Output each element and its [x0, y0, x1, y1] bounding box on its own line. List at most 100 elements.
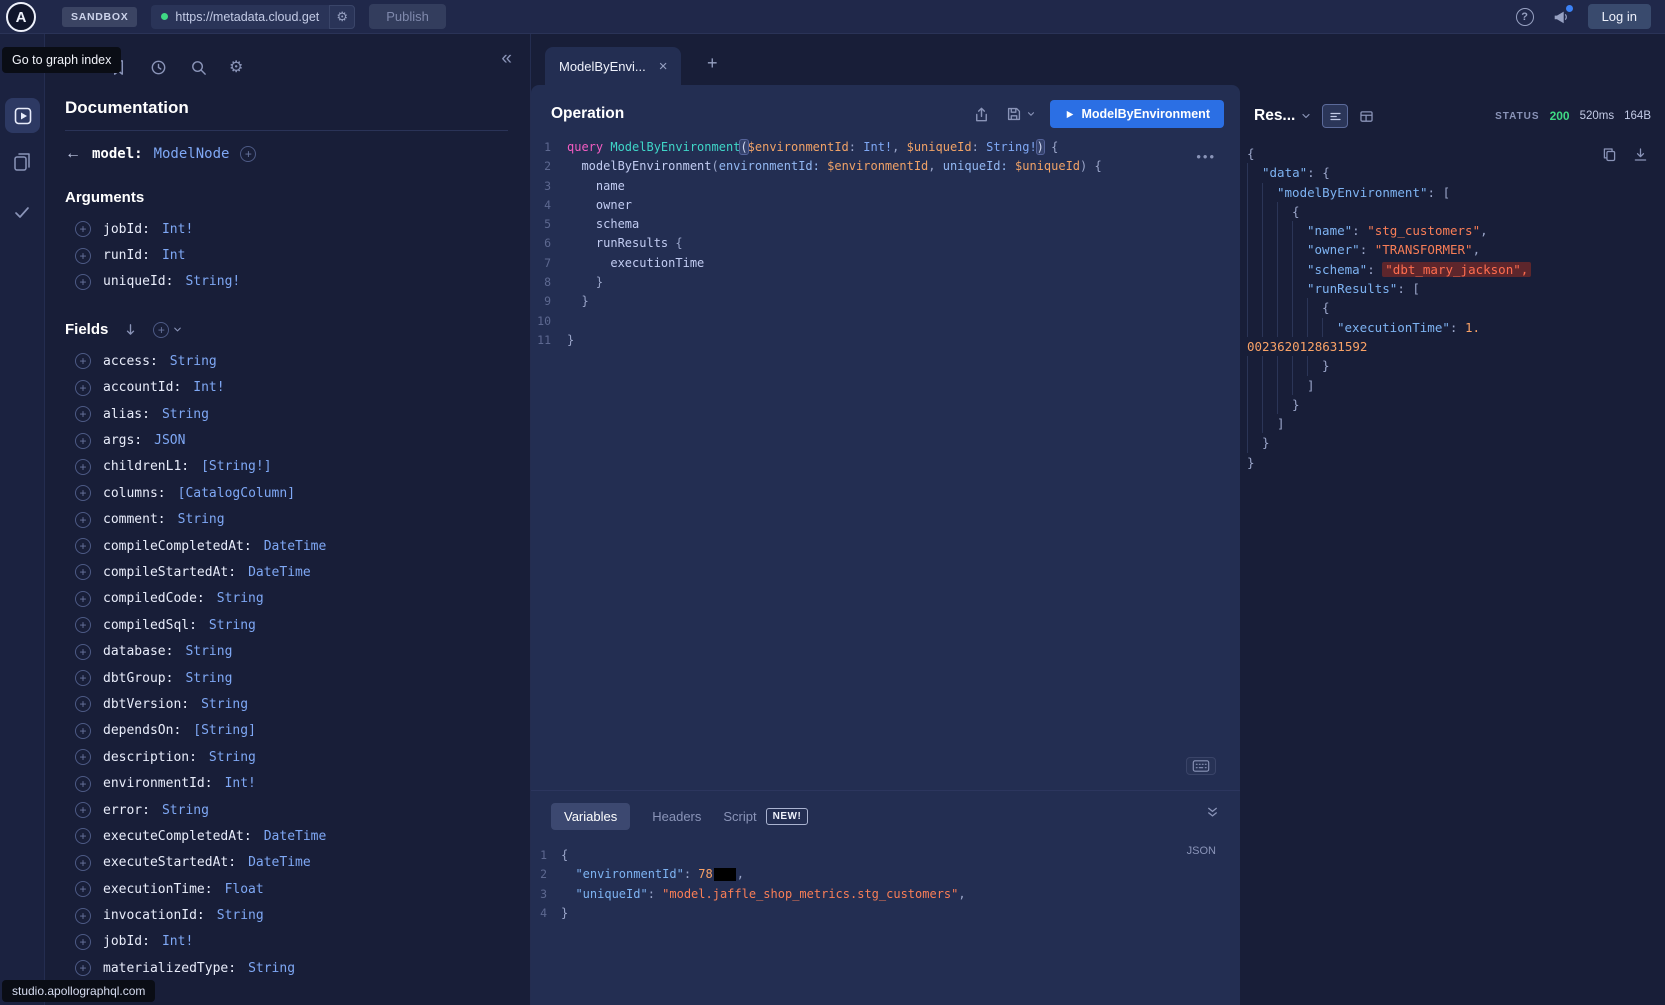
field-name[interactable]: compiledCode:	[103, 591, 205, 606]
argument-row[interactable]: +uniqueId:String!	[65, 269, 508, 295]
search-icon[interactable]	[189, 58, 208, 77]
field-name[interactable]: childrenL1:	[103, 459, 189, 474]
code-line[interactable]: 11}	[531, 331, 1240, 350]
field-type[interactable]: [String]	[193, 723, 256, 738]
keyboard-shortcuts-icon[interactable]	[1186, 757, 1216, 775]
apollo-logo[interactable]: A	[6, 2, 36, 32]
sort-fields-icon[interactable]	[122, 321, 139, 338]
field-row[interactable]: +description:String	[65, 744, 508, 770]
add-to-query-icon[interactable]: +	[75, 670, 91, 686]
field-row[interactable]: +args:JSON	[65, 427, 508, 453]
code-line[interactable]: 4 owner	[531, 196, 1240, 215]
checks-nav-icon[interactable]	[12, 202, 32, 222]
field-name[interactable]: jobId:	[103, 222, 150, 237]
endpoint-url[interactable]: https://metadata.cloud.get	[175, 10, 319, 24]
field-name[interactable]: description:	[103, 750, 197, 765]
field-name[interactable]: alias:	[103, 407, 150, 422]
field-row[interactable]: +invocationId:String	[65, 902, 508, 928]
field-type[interactable]: String	[201, 697, 248, 712]
code-line[interactable]: 8 }	[531, 273, 1240, 292]
field-type[interactable]: Float	[225, 882, 264, 897]
argument-row[interactable]: + runId: Int	[65, 242, 508, 268]
field-type[interactable]: [String!]	[201, 459, 271, 474]
code-line[interactable]: 9 }	[531, 292, 1240, 311]
field-type[interactable]: String	[248, 961, 295, 976]
code-line[interactable]: 5 schema	[531, 215, 1240, 234]
add-to-query-icon[interactable]: +	[75, 433, 91, 449]
field-type[interactable]: Int	[162, 248, 185, 263]
add-to-query-icon[interactable]: +	[75, 406, 91, 422]
add-to-query-icon[interactable]: +	[75, 353, 91, 369]
code-line[interactable]: 3 name	[531, 177, 1240, 196]
connection-settings-icon[interactable]: ⚙	[329, 5, 355, 29]
add-to-query-icon[interactable]: +	[75, 221, 91, 237]
field-type[interactable]: String	[209, 618, 256, 633]
field-name[interactable]: compiledSql:	[103, 618, 197, 633]
field-row[interactable]: + materializedType: String	[65, 955, 508, 981]
add-to-query-icon[interactable]: +	[75, 776, 91, 792]
field-row[interactable]: +childrenL1:[String!]	[65, 454, 508, 480]
field-name[interactable]: materializedType:	[103, 961, 236, 976]
field-name[interactable]: uniqueId:	[103, 274, 173, 289]
field-name[interactable]: comment:	[103, 512, 166, 527]
add-to-query-icon[interactable]: +	[75, 934, 91, 950]
tab-script[interactable]: Script	[723, 809, 756, 824]
add-to-query-icon[interactable]: +	[75, 538, 91, 554]
response-view-dropdown[interactable]: Res...	[1254, 107, 1312, 125]
field-type[interactable]: Int!	[162, 934, 193, 949]
add-to-query-icon[interactable]: +	[75, 512, 91, 528]
field-name[interactable]: access:	[103, 354, 158, 369]
add-to-query-icon[interactable]: +	[75, 248, 91, 264]
field-row[interactable]: + dbtVersion: String	[65, 691, 508, 717]
collapse-variables-icon[interactable]	[1205, 805, 1220, 820]
schema-nav-icon[interactable]	[12, 152, 32, 172]
table-view-toggle[interactable]	[1358, 108, 1375, 125]
operation-tab-title[interactable]: ModelByEnvi...	[559, 59, 646, 74]
add-type-icon[interactable]: +	[240, 146, 256, 162]
field-name[interactable]: runId:	[103, 248, 150, 263]
field-type[interactable]: DateTime	[248, 855, 311, 870]
field-row[interactable]: + compiledSql: String	[65, 612, 508, 638]
collapse-panel-icon[interactable]: «	[501, 48, 512, 70]
field-row[interactable]: +executeStartedAt:DateTime	[65, 850, 508, 876]
field-name[interactable]: executionTime:	[103, 882, 213, 897]
add-to-query-icon[interactable]: +	[75, 274, 91, 290]
field-row[interactable]: +access:String	[65, 348, 508, 374]
field-type[interactable]: String	[217, 591, 264, 606]
add-to-query-icon[interactable]: +	[75, 828, 91, 844]
field-type[interactable]: Int!	[225, 776, 256, 791]
add-to-query-icon[interactable]: +	[75, 617, 91, 633]
field-name[interactable]: jobId:	[103, 934, 150, 949]
operation-editor[interactable]: 1query ModelByEnvironment($environmentId…	[531, 138, 1240, 350]
field-row[interactable]: +executionTime:Float	[65, 876, 508, 902]
field-row[interactable]: + dbtGroup: String	[65, 665, 508, 691]
share-icon[interactable]	[972, 105, 991, 124]
history-icon[interactable]	[149, 58, 168, 77]
field-name[interactable]: args:	[103, 433, 142, 448]
field-name[interactable]: executeCompletedAt:	[103, 829, 252, 844]
code-line[interactable]: 6 runResults {	[531, 234, 1240, 253]
publish-button[interactable]: Publish	[369, 4, 446, 29]
add-to-query-icon[interactable]: +	[75, 908, 91, 924]
field-name[interactable]: dependsOn:	[103, 723, 181, 738]
download-response-icon[interactable]	[1632, 146, 1649, 163]
field-row[interactable]: +dependsOn:[String]	[65, 718, 508, 744]
add-to-query-icon[interactable]: +	[75, 380, 91, 396]
response-chevron-icon[interactable]	[1300, 110, 1312, 122]
field-row[interactable]: +compileCompletedAt:DateTime	[65, 533, 508, 559]
field-name[interactable]: dbtVersion:	[103, 697, 189, 712]
field-type[interactable]: String	[185, 671, 232, 686]
editor-overflow-menu-icon[interactable]: •••	[1196, 149, 1216, 164]
add-to-query-icon[interactable]: +	[75, 960, 91, 976]
tab-headers[interactable]: Headers	[652, 809, 701, 824]
add-to-query-icon[interactable]: +	[75, 696, 91, 712]
add-to-query-icon[interactable]: +	[75, 591, 91, 607]
code-line[interactable]: 2 modelByEnvironment(environmentId: $env…	[531, 157, 1240, 176]
variables-editor[interactable]: 1{2 "environmentId": 78,3 "uniqueId": "m…	[531, 846, 1240, 923]
field-name[interactable]: columns:	[103, 486, 166, 501]
field-name[interactable]: dbtGroup:	[103, 671, 173, 686]
field-type[interactable]: String	[162, 803, 209, 818]
field-row[interactable]: +database:String	[65, 638, 508, 664]
save-dropdown-chevron-icon[interactable]	[1026, 109, 1036, 119]
field-name[interactable]: error:	[103, 803, 150, 818]
